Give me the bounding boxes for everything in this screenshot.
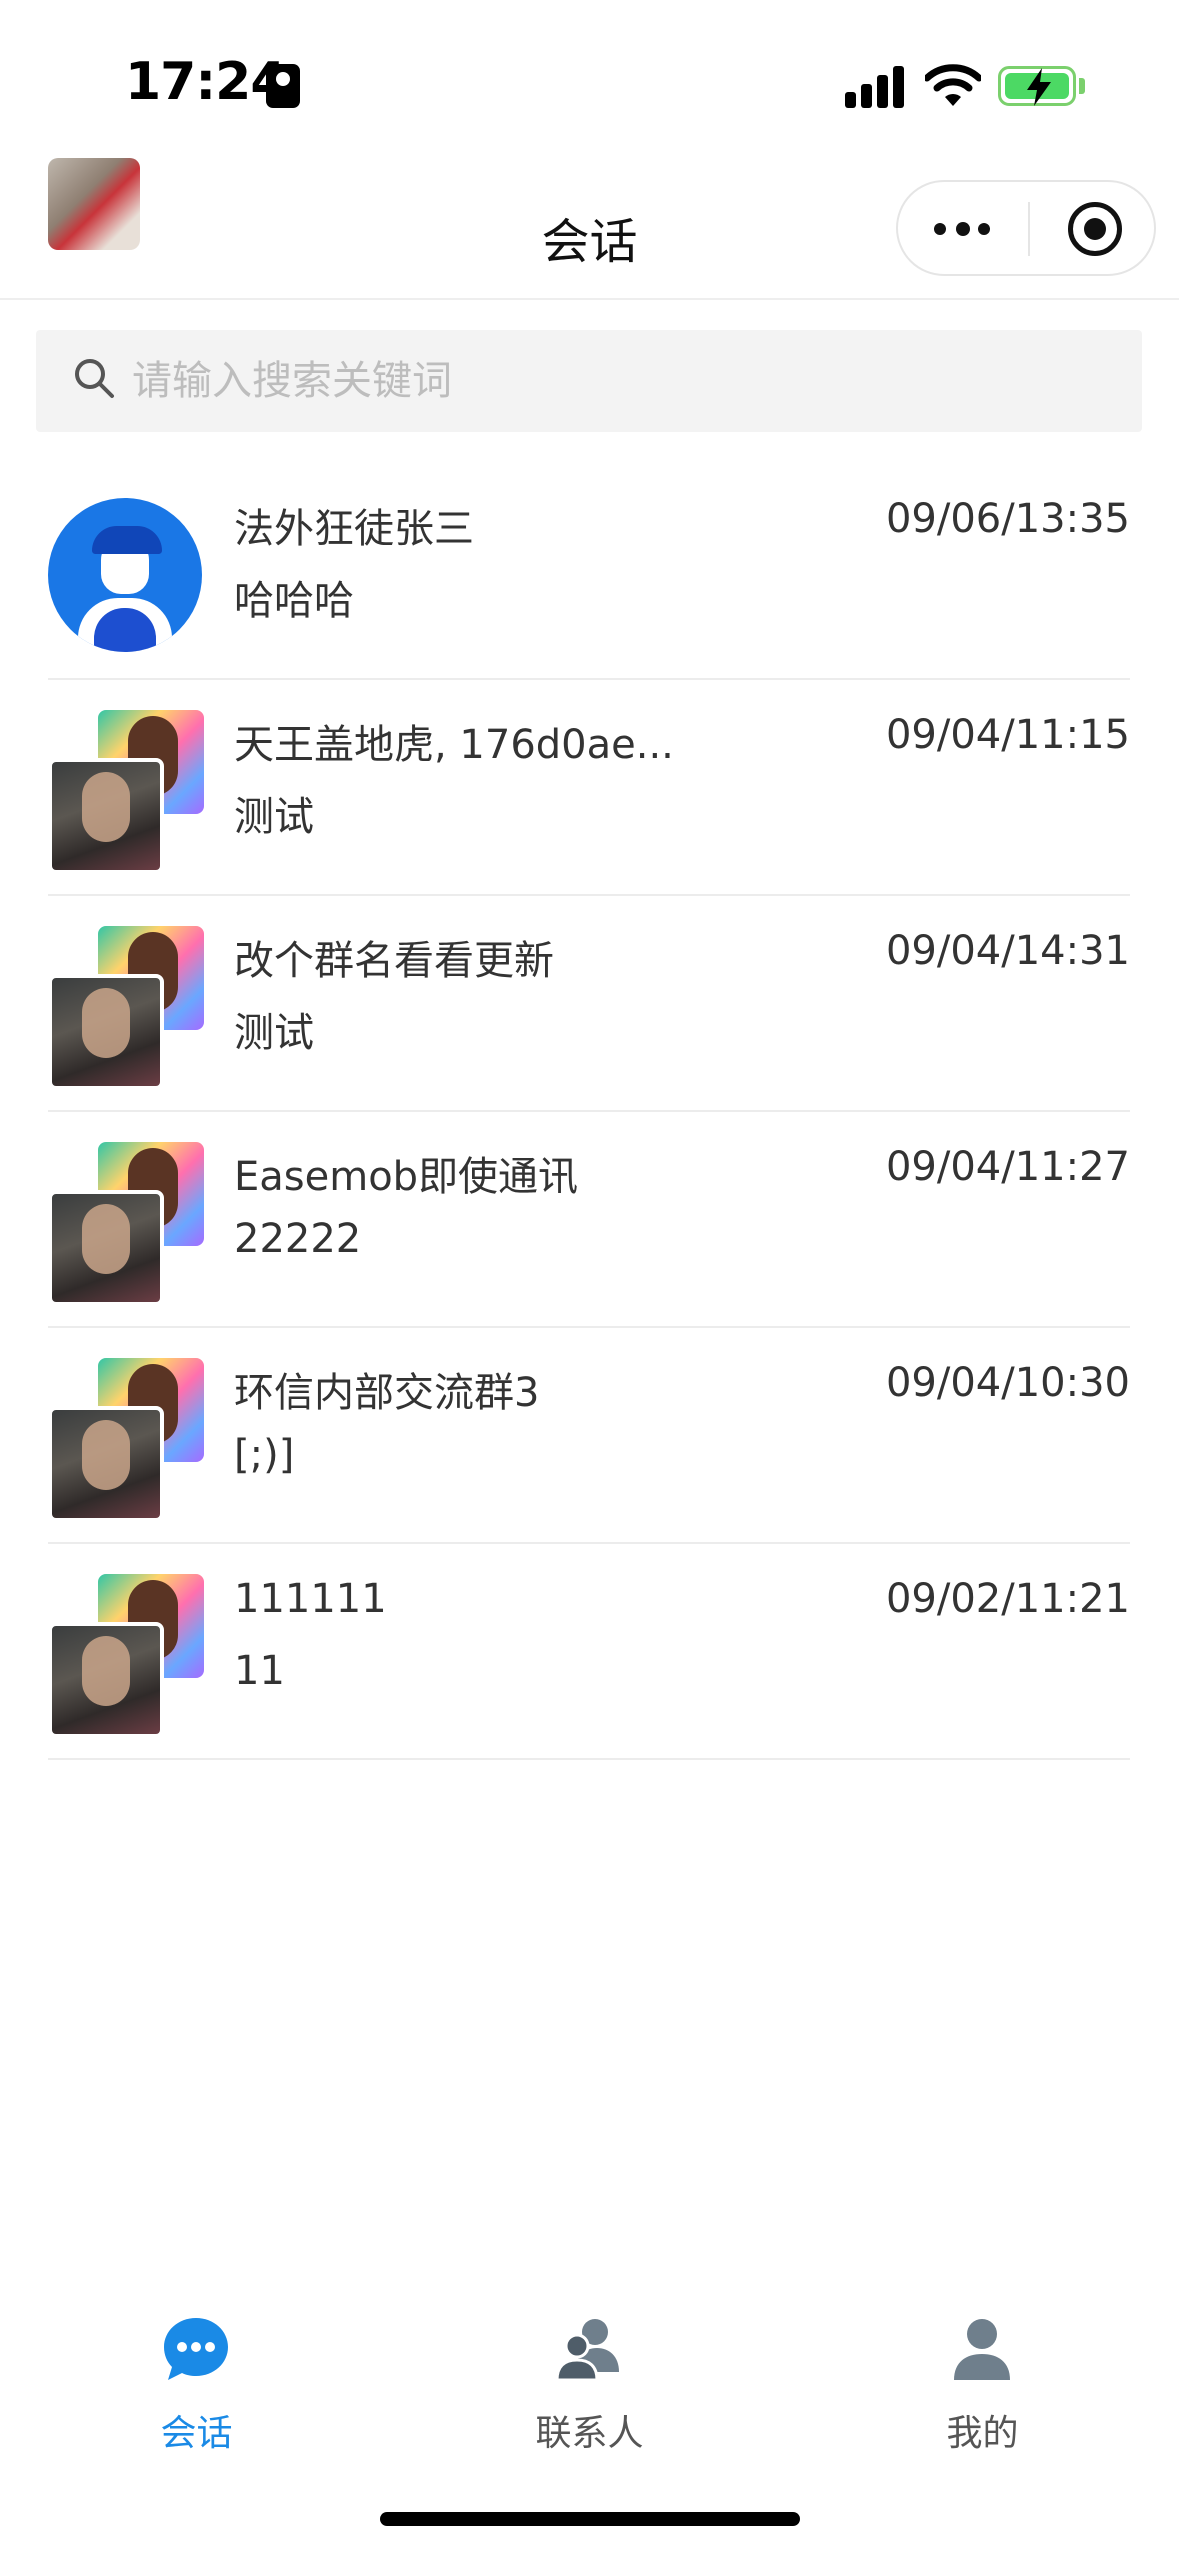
conversation-time: 09/06/13:35 — [885, 496, 1130, 542]
contacts-icon — [555, 2319, 619, 2382]
conversation-last-message: 哈哈哈 — [234, 578, 354, 624]
group-avatar — [48, 1574, 208, 1738]
conversation-item[interactable]: 天王盖地虎, 176d0ae... 测试 09/04/11:15 — [48, 680, 1130, 896]
conversation-time: 09/04/11:27 — [885, 1144, 1130, 1190]
group-avatar — [48, 1358, 208, 1522]
status-time: 17:24 — [125, 52, 287, 112]
conversation-name: 111111 — [234, 1576, 387, 1622]
contact-card-icon — [266, 64, 300, 108]
conversation-last-message: 测试 — [234, 794, 314, 840]
person-icon — [954, 2319, 1010, 2380]
conversation-name: 改个群名看看更新 — [234, 938, 554, 984]
capsule-divider — [1028, 202, 1030, 256]
close-target-icon[interactable] — [1068, 202, 1122, 256]
conversation-time: 09/04/14:31 — [885, 928, 1130, 974]
conversation-item[interactable]: 法外狂徒张三 哈哈哈 09/06/13:35 — [48, 464, 1130, 680]
conversation-name: 天王盖地虎, 176d0ae... — [234, 722, 674, 768]
tab-label: 我的 — [946, 2413, 1019, 2454]
group-avatar — [48, 926, 208, 1090]
single-user-avatar — [48, 498, 202, 652]
conversation-time: 09/02/11:21 — [885, 1576, 1130, 1622]
conversation-last-message: 22222 — [234, 1216, 362, 1262]
conversation-time: 09/04/11:15 — [885, 712, 1130, 758]
conversation-item[interactable]: 改个群名看看更新 测试 09/04/14:31 — [48, 896, 1130, 1112]
conversation-item[interactable]: Easemob即使通讯 22222 09/04/11:27 — [48, 1112, 1130, 1328]
home-indicator — [380, 2512, 800, 2526]
charging-bolt-icon — [1027, 68, 1051, 106]
chat-bubble-icon — [164, 2318, 228, 2380]
conversation-name: Easemob即使通讯 — [234, 1154, 579, 1200]
wifi-icon — [925, 64, 981, 106]
miniprogram-capsule — [896, 180, 1156, 276]
conversation-name: 环信内部交流群3 — [234, 1370, 540, 1416]
conversation-last-message: [;)] — [234, 1432, 295, 1478]
group-avatar — [48, 710, 208, 874]
conversation-item[interactable]: 111111 11 09/02/11:21 — [48, 1544, 1130, 1760]
cellular-signal-icon — [845, 62, 905, 108]
tab-label: 联系人 — [535, 2413, 644, 2454]
conversation-time: 09/04/10:30 — [885, 1360, 1130, 1406]
more-icon[interactable] — [934, 220, 994, 238]
tab-me[interactable]: 我的 — [786, 2300, 1179, 2460]
tab-contacts[interactable]: 联系人 — [393, 2300, 786, 2460]
conversation-last-message: 11 — [234, 1648, 285, 1694]
search-input[interactable] — [132, 330, 1112, 432]
group-avatar — [48, 1142, 208, 1306]
search-icon — [75, 359, 114, 398]
status-bar: 17:24 — [0, 0, 1179, 150]
conversation-item[interactable]: 环信内部交流群3 [;)] 09/04/10:30 — [48, 1328, 1130, 1544]
battery-cap — [1079, 78, 1085, 94]
tab-label: 会话 — [160, 2413, 233, 2454]
tab-conversations[interactable]: 会话 — [0, 2300, 393, 2460]
conversation-last-message: 测试 — [234, 1010, 314, 1056]
conversation-name: 法外狂徒张三 — [234, 506, 474, 552]
